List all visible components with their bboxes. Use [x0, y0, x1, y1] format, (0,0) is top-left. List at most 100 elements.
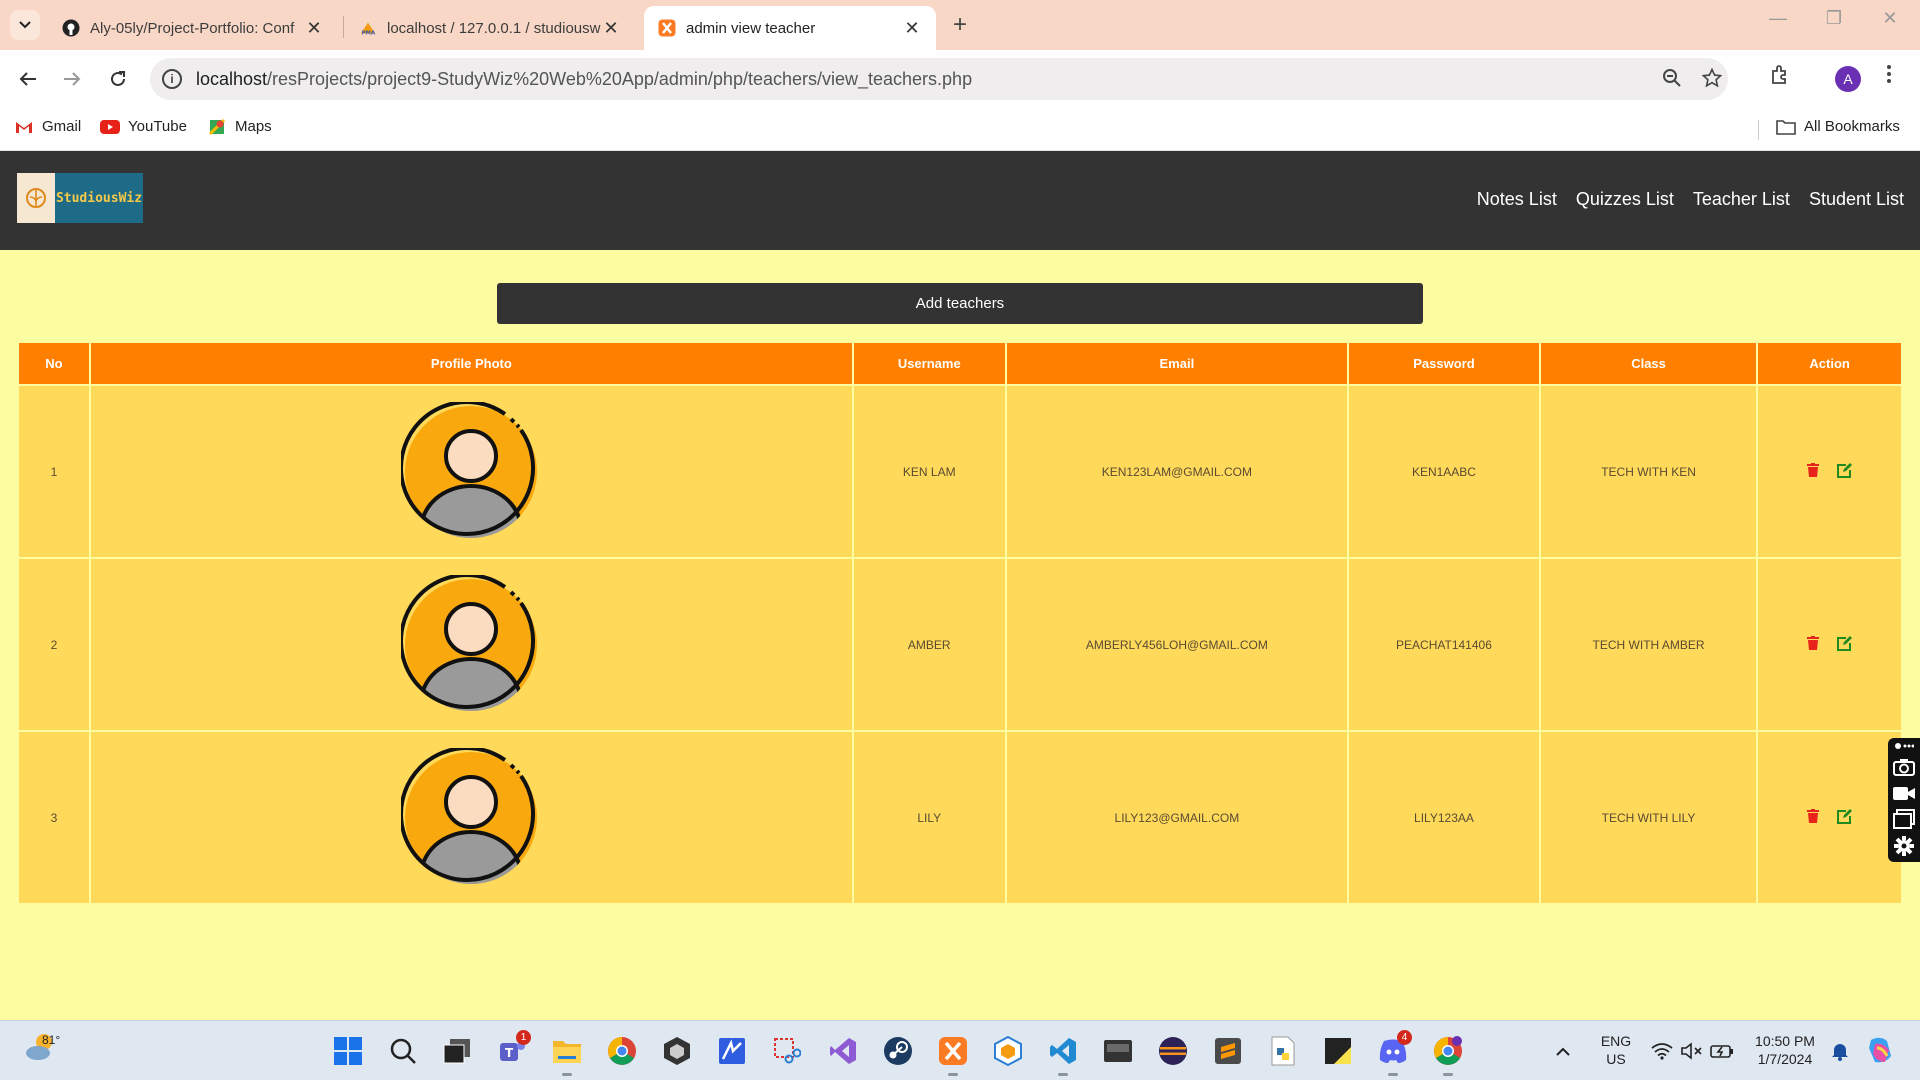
cell-no: 2: [19, 559, 89, 730]
delete-icon[interactable]: [1806, 636, 1819, 651]
zoom-icon[interactable]: [1662, 68, 1682, 94]
snipping-tool-app[interactable]: [768, 1032, 806, 1070]
gallery-icon[interactable]: [1888, 806, 1920, 832]
cell-class: TECH WITH KEN: [1540, 386, 1757, 557]
tab-search-button[interactable]: [10, 10, 40, 40]
new-tab-button[interactable]: +: [945, 10, 975, 40]
settings-gear-icon[interactable]: [1888, 832, 1920, 860]
bookmark-star-icon[interactable]: [1701, 67, 1723, 94]
tab-github[interactable]: Aly-05ly/Project-Portfolio: Conf ✕: [48, 6, 338, 50]
chevron-down-icon: [19, 21, 31, 29]
all-bookmarks-button[interactable]: All Bookmarks: [1776, 118, 1900, 135]
delete-icon[interactable]: [1806, 809, 1819, 824]
editor-app[interactable]: [713, 1032, 751, 1070]
discord-app[interactable]: 4: [1374, 1030, 1412, 1076]
chrome-app[interactable]: [603, 1032, 641, 1070]
close-tab-icon[interactable]: ✕: [902, 18, 922, 39]
profile-avatar[interactable]: A: [1835, 66, 1861, 92]
sublime-app[interactable]: [1209, 1032, 1247, 1070]
extensions-icon[interactable]: [1770, 64, 1792, 92]
tab-phpmyadmin[interactable]: PMA localhost / 127.0.0.1 / studiousw ✕: [345, 6, 635, 50]
sql-app[interactable]: [1099, 1032, 1137, 1070]
bookmark-maps[interactable]: Maps: [207, 118, 272, 135]
search-button[interactable]: [384, 1032, 422, 1070]
clock[interactable]: 10:50 PM 1/7/2024: [1748, 1032, 1822, 1068]
nav-teacher-list[interactable]: Teacher List: [1693, 189, 1790, 210]
unity-app[interactable]: [658, 1032, 696, 1070]
bookmark-label: YouTube: [128, 118, 187, 135]
box-app[interactable]: [989, 1032, 1027, 1070]
task-view-button[interactable]: [438, 1032, 476, 1070]
battery-icon[interactable]: [1708, 1032, 1736, 1070]
notifications-bell-icon[interactable]: [1826, 1032, 1854, 1070]
cell-class: TECH WITH AMBER: [1540, 559, 1757, 730]
edit-icon[interactable]: [1836, 462, 1853, 478]
cube-icon: [994, 1036, 1022, 1066]
back-button[interactable]: [14, 65, 42, 93]
vscode-app[interactable]: [1044, 1032, 1082, 1076]
bookmark-label: Gmail: [42, 118, 82, 135]
eclipse-app[interactable]: [1154, 1032, 1192, 1070]
restore-button[interactable]: ❐: [1806, 8, 1862, 29]
delete-icon[interactable]: [1806, 463, 1819, 478]
cell-password: KEN1AABC: [1349, 386, 1539, 557]
teams-app[interactable]: T 1: [493, 1030, 531, 1070]
teams-notification-badge: 1: [516, 1030, 531, 1045]
task-view-icon: [443, 1039, 470, 1064]
clock-date: 1/7/2024: [1757, 1051, 1813, 1067]
bookmark-gmail[interactable]: Gmail: [14, 118, 81, 135]
chrome-profile-app[interactable]: [1429, 1032, 1467, 1076]
volume-muted-icon[interactable]: [1678, 1032, 1706, 1070]
start-button[interactable]: [329, 1032, 367, 1070]
close-window-button[interactable]: ✕: [1862, 8, 1918, 29]
nav-notes-list[interactable]: Notes List: [1477, 189, 1557, 210]
forward-button[interactable]: [58, 65, 86, 93]
more-menu-icon[interactable]: [1886, 64, 1892, 90]
python-app[interactable]: [1264, 1032, 1302, 1070]
folder-icon: [1776, 119, 1796, 135]
arrow-right-icon: [64, 72, 81, 86]
sticky-notes-app[interactable]: [1319, 1032, 1357, 1070]
address-bar[interactable]: i localhost/resProjects/project9-StudyWi…: [150, 58, 1728, 100]
github-icon: [62, 19, 80, 37]
cell-profile-photo: [90, 386, 852, 557]
nav-quizzes-list[interactable]: Quizzes List: [1576, 189, 1674, 210]
url-path: /resProjects/project9-StudyWiz%20Web%20A…: [267, 69, 973, 89]
minimize-button[interactable]: —: [1750, 8, 1806, 29]
cell-action: [1758, 732, 1901, 903]
site-info-icon[interactable]: i: [162, 69, 182, 89]
discord-notification-badge: 4: [1397, 1030, 1412, 1045]
copilot-button[interactable]: [1862, 1032, 1898, 1070]
site-nav: Notes List Quizzes List Teacher List Stu…: [1477, 189, 1904, 210]
gmail-icon: [14, 119, 34, 135]
close-tab-icon[interactable]: ✕: [304, 18, 324, 39]
xampp-app[interactable]: [934, 1032, 972, 1076]
steam-app[interactable]: [879, 1032, 917, 1070]
tab-admin-view-teacher[interactable]: admin view teacher ✕: [644, 6, 936, 50]
file-explorer-app[interactable]: [548, 1032, 586, 1076]
show-hidden-icons-button[interactable]: [1548, 1032, 1578, 1070]
widget-menu-icon[interactable]: [1888, 738, 1920, 754]
edit-icon[interactable]: [1836, 808, 1853, 824]
cell-no: 1: [19, 386, 89, 557]
phpmyadmin-icon: PMA: [359, 19, 377, 37]
site-logo[interactable]: StudiousWiz: [17, 173, 143, 223]
bookmark-label: Maps: [235, 118, 272, 135]
column-header-profile-photo: Profile Photo: [90, 343, 852, 384]
language-indicator[interactable]: ENG US: [1592, 1032, 1640, 1068]
camera-icon[interactable]: [1888, 754, 1920, 780]
wifi-icon[interactable]: [1648, 1032, 1676, 1070]
url-host: localhost: [196, 69, 268, 89]
visual-studio-app[interactable]: [824, 1032, 862, 1070]
close-tab-icon[interactable]: ✕: [601, 18, 621, 39]
video-camera-icon[interactable]: [1888, 780, 1920, 806]
add-teachers-button[interactable]: Add teachers: [497, 283, 1423, 324]
logo-mark-icon: [17, 173, 55, 223]
address-url[interactable]: localhost/resProjects/project9-StudyWiz%…: [196, 69, 972, 90]
tab-separator: [343, 16, 344, 38]
column-header-class: Class: [1540, 343, 1757, 384]
reload-button[interactable]: [104, 65, 132, 93]
edit-icon[interactable]: [1836, 635, 1853, 651]
bookmark-youtube[interactable]: YouTube: [100, 118, 187, 135]
nav-student-list[interactable]: Student List: [1809, 189, 1904, 210]
